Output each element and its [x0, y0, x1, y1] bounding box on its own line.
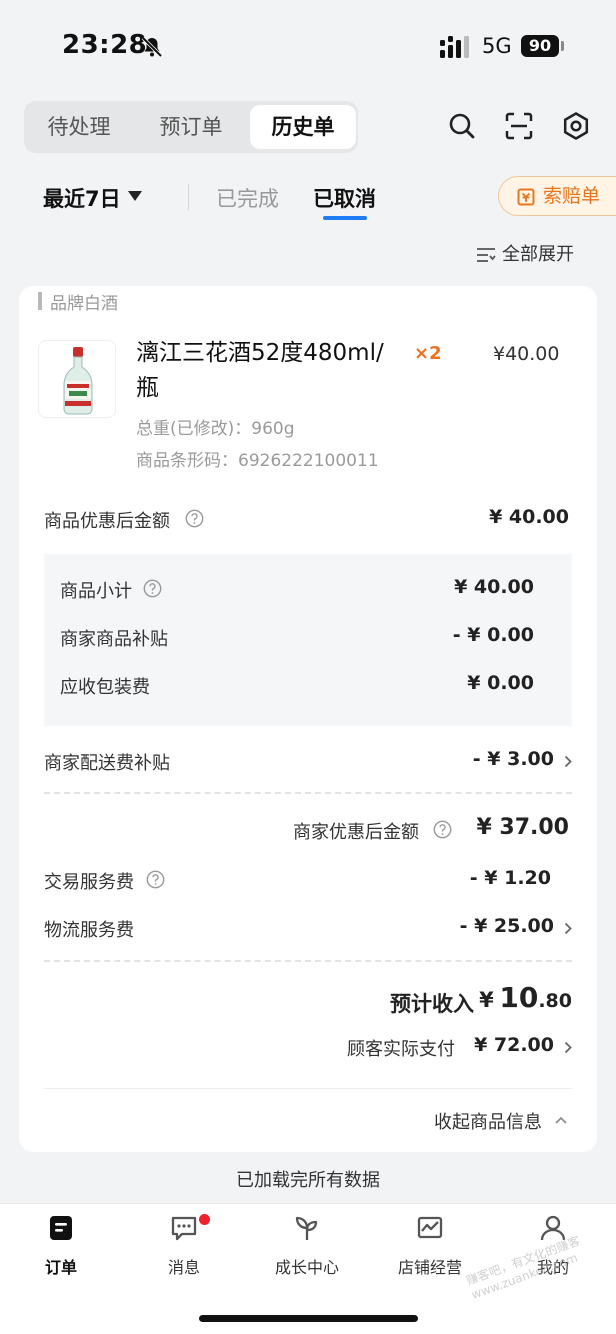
chevron-up-icon[interactable] [555, 1116, 567, 1124]
income-integer: 10 [499, 981, 539, 1014]
currency-symbol: ¥ [479, 988, 494, 1012]
help-icon[interactable] [143, 579, 162, 598]
product-weight: 总重(已修改)：960g [136, 419, 295, 439]
claim-button[interactable]: 索赔单 [498, 176, 616, 216]
nav-label: 消息 [167, 1258, 200, 1277]
dashed-divider [44, 960, 572, 962]
tab-completed[interactable]: 已完成 [216, 183, 279, 213]
row-product-after-discount: 商品优惠后金额 ¥ 40.00 [44, 502, 572, 536]
row-customer-paid[interactable]: 顾客实际支付 ¥ 72.00 [44, 1030, 572, 1064]
row-subtotal: 商品小计 ¥ 40.00 [60, 572, 534, 606]
row-label: 顾客实际支付 [347, 1039, 455, 1060]
liquor-bottle-icon [63, 347, 93, 415]
list-expand-icon [477, 248, 496, 262]
product-barcode: 商品条形码：6926222100011 [136, 451, 379, 471]
search-icon[interactable] [447, 111, 477, 141]
chevron-right-icon [564, 755, 572, 768]
order-tabs: 待处理 预订单 历史单 [24, 101, 358, 153]
row-value: - ¥ 25.00 [459, 915, 554, 937]
row-label: 商品小计 [60, 581, 132, 602]
nav-messages[interactable]: 消息 [129, 1214, 239, 1284]
row-label: 商家配送费补贴 [44, 753, 170, 774]
row-label: 商家商品补贴 [60, 629, 168, 650]
row-merchant-subsidy: 商家商品补贴 - ¥ 0.00 [60, 620, 534, 654]
claim-icon [517, 188, 535, 206]
order-icon [50, 1216, 72, 1240]
row-transaction-fee: 交易服务费 - ¥ 1.20 [44, 863, 572, 897]
row-label: 商品优惠后金额 [44, 511, 170, 532]
help-icon[interactable] [146, 870, 165, 889]
product-name: 漓江三花酒52度480ml/瓶 [136, 340, 384, 401]
signal-icon [440, 36, 469, 58]
nav-label: 成长中心 [274, 1258, 339, 1277]
expected-income-label: 预计收入 [390, 992, 474, 1016]
active-tab-indicator [323, 216, 367, 220]
status-time: 23:28 [62, 30, 148, 60]
row-delivery-subsidy[interactable]: 商家配送费补贴 - ¥ 3.00 [44, 744, 572, 778]
all-loaded-text: 已加载完所有数据 [236, 1170, 380, 1191]
chart-icon [417, 1216, 443, 1239]
bottom-nav: 订单 消息 成长中心 店铺经营 我的 赚客吧，有文化的赚客 www.zuanke… [0, 1203, 616, 1334]
tab-pending[interactable]: 待处理 [26, 105, 132, 149]
row-logistics-fee[interactable]: 物流服务费 - ¥ 25.00 [44, 911, 572, 945]
nav-label: 订单 [44, 1258, 77, 1277]
row-value: ¥ 72.00 [474, 1034, 554, 1056]
settings-icon[interactable] [561, 111, 591, 141]
battery-tip [561, 41, 564, 51]
scan-icon[interactable] [504, 111, 534, 141]
row-label: 交易服务费 [44, 872, 134, 893]
chevron-right-icon [564, 1041, 572, 1054]
chevron-right-icon [564, 922, 572, 935]
collapse-product-info-button[interactable]: 收起商品信息 [434, 1108, 542, 1134]
sprout-icon [295, 1216, 318, 1240]
status-bar: 23:28 5G 90 [0, 0, 616, 92]
expand-all-label: 全部展开 [502, 244, 574, 265]
help-icon[interactable] [185, 509, 204, 528]
claim-label: 索赔单 [543, 185, 601, 207]
dashed-divider [44, 792, 572, 794]
unread-badge [199, 1214, 210, 1225]
tab-cancelled[interactable]: 已取消 [313, 183, 376, 213]
row-merchant-after-discount: 商家优惠后金额 ¥ 37.00 [44, 812, 572, 850]
row-packaging-fee: 应收包装费 ¥ 0.00 [60, 668, 534, 702]
caret-down-icon[interactable] [128, 191, 142, 201]
expected-income-value: ¥ 10.80 [479, 981, 572, 1014]
bell-muted-icon [141, 36, 163, 58]
row-value: - ¥ 3.00 [472, 748, 554, 770]
home-indicator[interactable] [199, 1315, 418, 1322]
row-value: ¥ 40.00 [454, 576, 534, 598]
row-value: - ¥ 1.20 [469, 867, 551, 889]
tab-preorder[interactable]: 预订单 [138, 105, 244, 149]
income-decimal: .80 [538, 990, 572, 1012]
filter-row: 最近7日 已完成 已取消 索赔单 [0, 172, 616, 222]
order-card: 品牌白酒 漓江三花酒52度480ml/瓶 ×2 ¥40.00 总重(已修改)：9… [19, 286, 597, 1152]
product-quantity: ×2 [414, 343, 442, 364]
row-label: 应收包装费 [60, 677, 150, 698]
row-value: - ¥ 0.00 [452, 624, 534, 646]
nav-orders[interactable]: 订单 [6, 1214, 116, 1284]
product-price: ¥40.00 [493, 343, 560, 365]
divider [188, 184, 189, 210]
product-image[interactable] [38, 340, 116, 418]
network-label: 5G [482, 34, 512, 58]
date-range-select[interactable]: 最近7日 [43, 183, 121, 213]
breakdown-box: 商品小计 ¥ 40.00 商家商品补贴 - ¥ 0.00 应收包装费 ¥ 0.0… [44, 554, 572, 726]
row-value: ¥ 37.00 [476, 815, 569, 840]
row-label: 商家优惠后金额 [293, 822, 419, 843]
tab-history[interactable]: 历史单 [250, 105, 356, 149]
message-icon [171, 1216, 197, 1241]
category-label: 品牌白酒 [50, 294, 118, 314]
row-label: 物流服务费 [44, 920, 134, 941]
nav-growth-center[interactable]: 成长中心 [252, 1214, 362, 1284]
divider [44, 1088, 572, 1089]
expand-all-button[interactable]: 全部展开 [476, 241, 574, 269]
battery-icon: 90 [521, 35, 559, 57]
help-icon[interactable] [433, 820, 452, 839]
expected-income-row: 预计收入 ¥ 10.80 [44, 979, 572, 1023]
row-value: ¥ 0.00 [467, 672, 534, 694]
row-value: ¥ 40.00 [489, 506, 569, 528]
category-marker [38, 292, 42, 310]
